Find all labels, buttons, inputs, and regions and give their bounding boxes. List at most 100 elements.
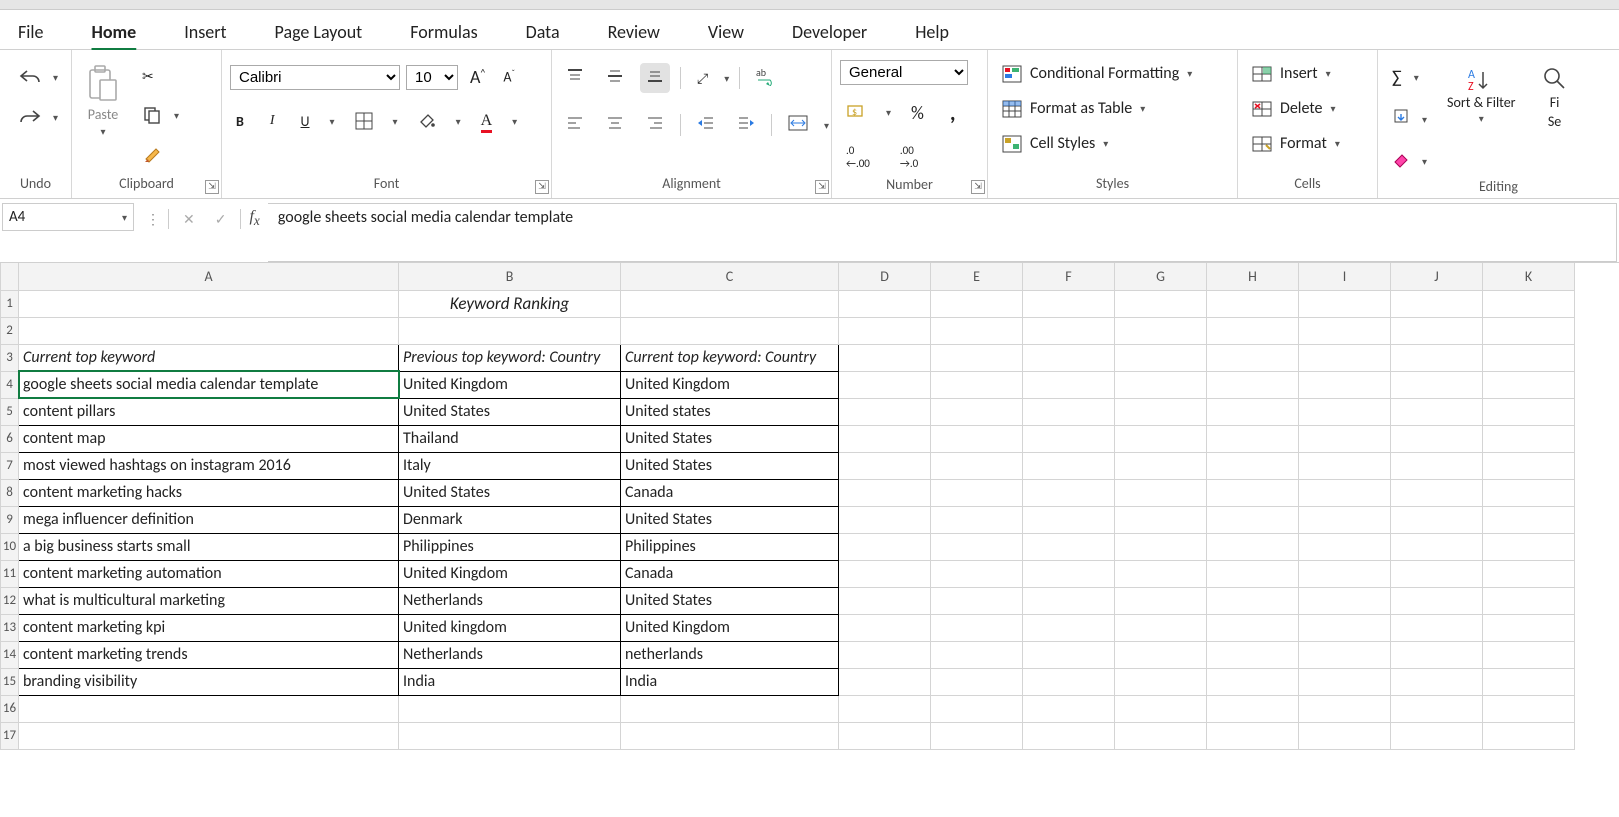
- cell[interactable]: most viewed hashtags on instagram 2016: [19, 452, 399, 479]
- cell[interactable]: [621, 695, 839, 722]
- cell[interactable]: [839, 479, 931, 506]
- cell[interactable]: [399, 722, 621, 749]
- number-launcher[interactable]: ⇲: [971, 180, 985, 194]
- find-select-button[interactable]: Fi Se: [1536, 62, 1574, 134]
- cell[interactable]: [1023, 506, 1115, 533]
- cell[interactable]: [839, 290, 931, 317]
- col-header[interactable]: G: [1115, 263, 1207, 290]
- fill-color-button[interactable]: [412, 108, 442, 134]
- cell[interactable]: [1115, 398, 1207, 425]
- cell[interactable]: Philippines: [399, 533, 621, 560]
- cell[interactable]: [931, 452, 1023, 479]
- font-color-button[interactable]: A: [475, 108, 499, 134]
- cell[interactable]: [1483, 695, 1575, 722]
- col-header[interactable]: A: [19, 263, 399, 290]
- cell[interactable]: [19, 695, 399, 722]
- chevron-down-icon[interactable]: ▾: [122, 211, 127, 224]
- cell[interactable]: [1391, 587, 1483, 614]
- cell[interactable]: netherlands: [621, 641, 839, 668]
- font-name-select[interactable]: Calibri: [230, 65, 400, 90]
- cell[interactable]: [931, 641, 1023, 668]
- cell[interactable]: [1391, 533, 1483, 560]
- row-header[interactable]: 2: [1, 317, 19, 344]
- cell[interactable]: United Kingdom: [399, 371, 621, 398]
- cell[interactable]: [1299, 344, 1391, 371]
- cell[interactable]: [1023, 722, 1115, 749]
- copy-button[interactable]: [136, 101, 168, 129]
- cell[interactable]: [1483, 587, 1575, 614]
- chevron-down-icon[interactable]: ▾: [100, 125, 105, 138]
- col-header[interactable]: H: [1207, 263, 1299, 290]
- cell[interactable]: [1207, 398, 1299, 425]
- cell[interactable]: [839, 452, 931, 479]
- tab-review[interactable]: Review: [606, 15, 662, 53]
- cell[interactable]: [839, 722, 931, 749]
- cell[interactable]: [1299, 587, 1391, 614]
- cell[interactable]: [1207, 533, 1299, 560]
- paste-button[interactable]: Paste ▾: [80, 60, 126, 142]
- tab-file[interactable]: File: [16, 15, 46, 53]
- cell[interactable]: [1115, 641, 1207, 668]
- increase-indent-button[interactable]: [731, 110, 761, 140]
- chevron-down-icon[interactable]: ▾: [174, 109, 179, 122]
- cell[interactable]: [1483, 614, 1575, 641]
- cell[interactable]: [1391, 506, 1483, 533]
- row-header[interactable]: 13: [1, 614, 19, 641]
- accounting-format-button[interactable]: $: [840, 98, 872, 128]
- cell[interactable]: google sheets social media calendar temp…: [19, 371, 399, 398]
- undo-button[interactable]: [13, 64, 47, 90]
- cell[interactable]: [1115, 317, 1207, 344]
- cell[interactable]: [931, 425, 1023, 452]
- cell[interactable]: [839, 614, 931, 641]
- cell[interactable]: [839, 560, 931, 587]
- cell[interactable]: [1483, 290, 1575, 317]
- cell[interactable]: Thailand: [399, 425, 621, 452]
- cell[interactable]: [1023, 317, 1115, 344]
- cell[interactable]: [1115, 452, 1207, 479]
- cell[interactable]: [19, 317, 399, 344]
- cell[interactable]: Philippines: [621, 533, 839, 560]
- cell[interactable]: [1483, 425, 1575, 452]
- row-header[interactable]: 5: [1, 398, 19, 425]
- col-header[interactable]: C: [621, 263, 839, 290]
- cell[interactable]: [839, 587, 931, 614]
- cut-button[interactable]: ✂: [136, 64, 179, 89]
- cell[interactable]: [1299, 317, 1391, 344]
- cell[interactable]: [931, 317, 1023, 344]
- cell[interactable]: [931, 371, 1023, 398]
- merge-button[interactable]: [782, 111, 814, 139]
- cell[interactable]: [931, 587, 1023, 614]
- cell[interactable]: United States: [621, 452, 839, 479]
- chevron-down-icon[interactable]: ▾: [824, 119, 829, 132]
- cell[interactable]: Netherlands: [399, 641, 621, 668]
- align-bottom-button[interactable]: [640, 63, 670, 93]
- conditional-formatting-button[interactable]: Conditional Formatting ▾: [996, 60, 1198, 87]
- cell[interactable]: [839, 371, 931, 398]
- chevron-down-icon[interactable]: ▾: [1422, 155, 1427, 168]
- cell[interactable]: [1483, 560, 1575, 587]
- cell[interactable]: [1207, 506, 1299, 533]
- chevron-down-icon[interactable]: ▾: [724, 72, 729, 85]
- increase-decimal-button[interactable]: .0←.00: [840, 140, 876, 174]
- cell[interactable]: [1115, 533, 1207, 560]
- cell[interactable]: [1115, 479, 1207, 506]
- align-top-button[interactable]: [560, 63, 590, 93]
- cell[interactable]: [1391, 371, 1483, 398]
- chevron-down-icon[interactable]: ▾: [512, 115, 517, 128]
- cell[interactable]: [1391, 452, 1483, 479]
- comma-button[interactable]: ,: [944, 95, 962, 130]
- col-header[interactable]: B: [399, 263, 621, 290]
- cell[interactable]: [1299, 452, 1391, 479]
- spreadsheet-grid[interactable]: A B C D E F G H I J K 1Keyword Ranking23…: [0, 263, 1575, 750]
- row-header[interactable]: 10: [1, 533, 19, 560]
- cell[interactable]: [1115, 587, 1207, 614]
- cell[interactable]: [931, 344, 1023, 371]
- cell[interactable]: [931, 506, 1023, 533]
- cell[interactable]: [1023, 695, 1115, 722]
- delete-cells-button[interactable]: Delete ▾: [1246, 95, 1342, 122]
- align-middle-button[interactable]: [600, 63, 630, 93]
- font-size-select[interactable]: 10: [406, 65, 458, 90]
- chevron-down-icon[interactable]: ▾: [1422, 113, 1427, 126]
- cell[interactable]: [1391, 425, 1483, 452]
- cell[interactable]: [1207, 668, 1299, 695]
